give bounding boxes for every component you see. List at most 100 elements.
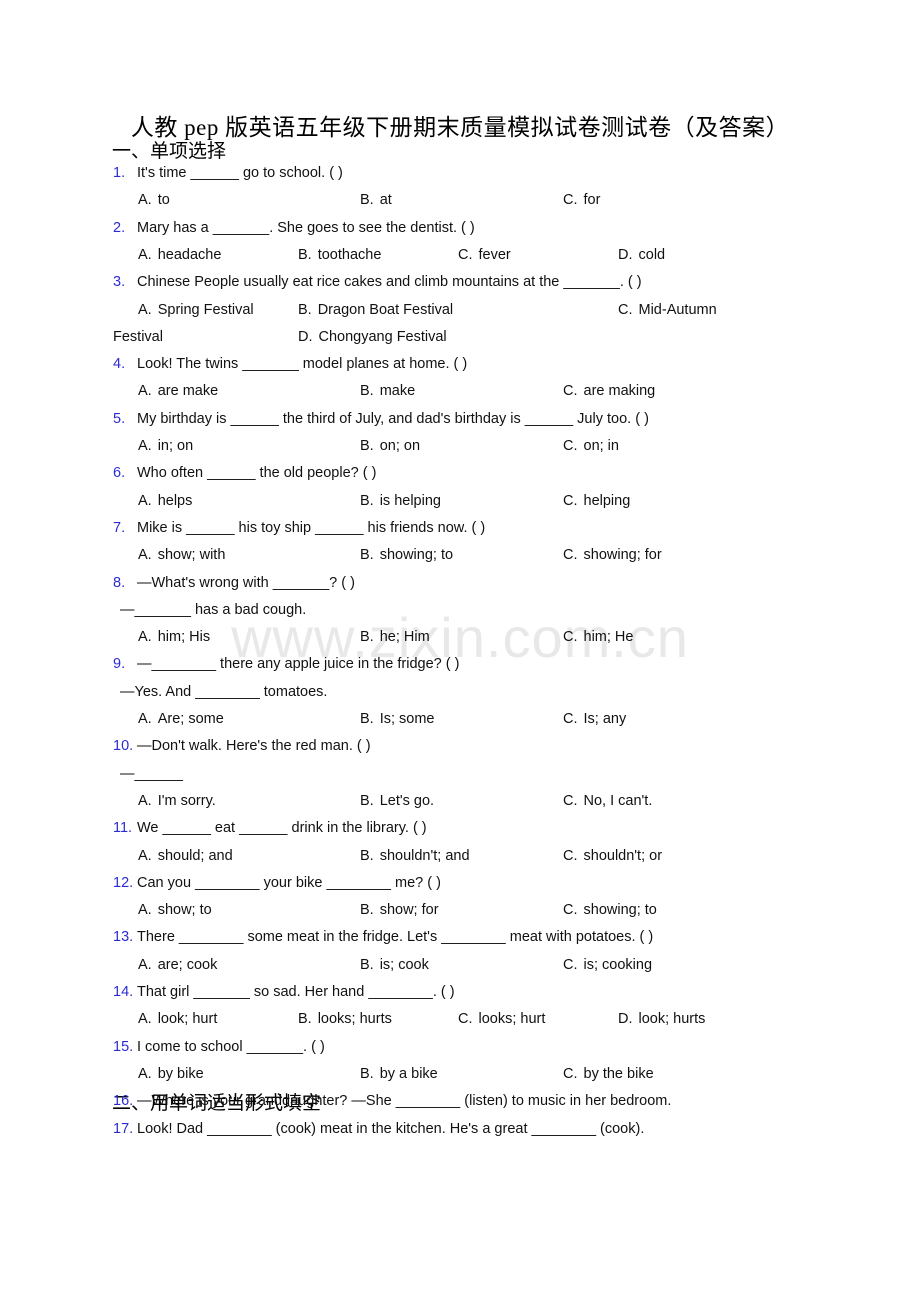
question-number: 7. (113, 519, 126, 536)
answer-option[interactable]: C. looks; hurt (458, 1011, 545, 1027)
option-letter: A. (138, 792, 152, 809)
option-letter: B. (360, 956, 374, 973)
answer-option[interactable]: B. by a bike (360, 1066, 438, 1082)
answer-option[interactable]: A. I'm sorry. (138, 793, 216, 809)
option-text: No, I can't. (583, 792, 653, 809)
answer-option[interactable]: B. showing; to (360, 547, 453, 563)
answer-option[interactable]: B. make (360, 383, 415, 399)
answer-option[interactable]: C. are making (563, 383, 655, 399)
answer-option[interactable]: A. Spring Festival (138, 302, 254, 318)
answer-option[interactable]: C. is; cooking (563, 957, 652, 973)
option-text: shouldn't; or (583, 847, 663, 864)
question-number: 8. (113, 574, 126, 591)
answer-option[interactable]: A. headache (138, 247, 221, 263)
answer-option[interactable]: B. at (360, 192, 392, 208)
answer-option[interactable]: B. Dragon Boat Festival (298, 302, 453, 318)
answer-option[interactable]: C. fever (458, 247, 511, 263)
answer-option[interactable]: C. shouldn't; or (563, 848, 662, 864)
answer-option[interactable]: C. helping (563, 493, 630, 509)
answer-option[interactable]: B. he; Him (360, 629, 430, 645)
option-letter: A. (138, 438, 152, 454)
answer-option[interactable]: A. should; and (138, 848, 233, 864)
option-letter: D. (618, 1011, 633, 1028)
question-text: Chinese People usually eat rice cakes an… (137, 274, 642, 291)
option-text: for (583, 192, 601, 209)
option-text: by the bike (583, 1065, 654, 1082)
option-text: Let's go. (379, 792, 435, 809)
answer-option[interactable]: A. by bike (138, 1066, 204, 1082)
question-number: 4. (113, 356, 126, 373)
answer-option[interactable]: C. showing; to (563, 902, 657, 918)
option-text: should; and (157, 847, 233, 864)
answer-option[interactable]: C. showing; for (563, 547, 662, 563)
question-number: 6. (113, 465, 126, 482)
question-number: 15. (113, 1038, 134, 1055)
option-text: are; cook (157, 956, 218, 973)
answer-option[interactable]: C. for (563, 192, 600, 208)
answer-option[interactable]: C. him; He (563, 629, 633, 645)
answer-option[interactable]: B. on; on (360, 438, 420, 454)
question-number: 10. (113, 738, 134, 755)
option-letter: B. (360, 711, 374, 727)
question-text: My birthday is ______ the third of July,… (137, 410, 649, 427)
answer-option[interactable]: C. No, I can't. (563, 793, 652, 809)
option-letter: B. (360, 629, 374, 646)
question-number: 3. (113, 274, 126, 291)
answer-option[interactable]: A. are make (138, 383, 218, 399)
option-letter: A. (138, 246, 152, 263)
option-letter: A. (138, 547, 152, 564)
option-letter: C. (458, 1011, 473, 1028)
question-number: 11. (113, 820, 133, 837)
option-letter: A. (138, 492, 152, 509)
option-letter: C. (563, 492, 578, 509)
answer-option[interactable]: A. him; His (138, 629, 210, 645)
question-text: I come to school _______. ( ) (137, 1038, 325, 1055)
answer-option[interactable]: A. show; with (138, 547, 225, 563)
answer-option[interactable]: B. is; cook (360, 957, 429, 973)
answer-option[interactable]: A. look; hurt (138, 1011, 217, 1027)
option-letter: C. (563, 956, 578, 973)
question-number: 12. (113, 874, 134, 891)
option-letter: A. (138, 847, 152, 864)
answer-option[interactable]: D. Chongyang Festival (298, 329, 447, 345)
answer-option[interactable]: B. looks; hurts (298, 1011, 392, 1027)
option-letter: B. (360, 192, 374, 209)
option-text: on; on (379, 438, 421, 454)
option-letter: C. (618, 301, 633, 318)
answer-option[interactable]: B. is helping (360, 493, 441, 509)
answer-option[interactable]: A. helps (138, 493, 192, 509)
answer-option[interactable]: A. Are; some (138, 711, 224, 727)
answer-option[interactable]: B. shouldn't; and (360, 848, 470, 864)
option-text: cold (638, 246, 666, 263)
answer-option[interactable]: B. show; for (360, 902, 439, 918)
answer-option[interactable]: D. look; hurts (618, 1011, 705, 1027)
answer-option[interactable]: C. by the bike (563, 1066, 654, 1082)
answer-option[interactable]: B. toothache (298, 247, 381, 263)
section-heading-1: 一、单项选择 (112, 141, 227, 162)
question-text: Mike is ______ his toy ship ______ his f… (137, 519, 486, 536)
answer-option[interactable]: C. Mid-Autumn (618, 302, 717, 318)
option-letter: A. (138, 383, 152, 400)
option-text: at (379, 192, 392, 209)
answer-option[interactable]: C. on; in (563, 438, 619, 454)
answer-option[interactable]: C. Is; any (563, 711, 626, 727)
answer-option[interactable]: Festival (113, 329, 163, 345)
answer-option[interactable]: A. to (138, 192, 170, 208)
answer-option[interactable]: B. Is; some (360, 711, 435, 727)
option-text: helping (583, 492, 631, 509)
option-letter: B. (360, 1065, 374, 1082)
answer-option[interactable]: A. are; cook (138, 957, 217, 973)
answer-option[interactable]: B. Let's go. (360, 793, 434, 809)
option-letter: A. (138, 301, 152, 318)
question-number: 5. (113, 410, 126, 427)
question-text: —________ there any apple juice in the f… (137, 656, 460, 673)
answer-option[interactable]: A. in; on (138, 438, 193, 454)
question-text: Look! Dad ________ (cook) meat in the ki… (137, 1120, 645, 1137)
option-letter: C. (563, 547, 578, 564)
option-letter: B. (360, 792, 374, 809)
answer-option[interactable]: D. cold (618, 247, 665, 263)
answer-option[interactable]: A. show; to (138, 902, 212, 918)
option-letter: B. (298, 246, 312, 263)
question-text-continued: —Yes. And ________ tomatoes. (120, 683, 328, 700)
option-text: is; cooking (583, 956, 653, 973)
